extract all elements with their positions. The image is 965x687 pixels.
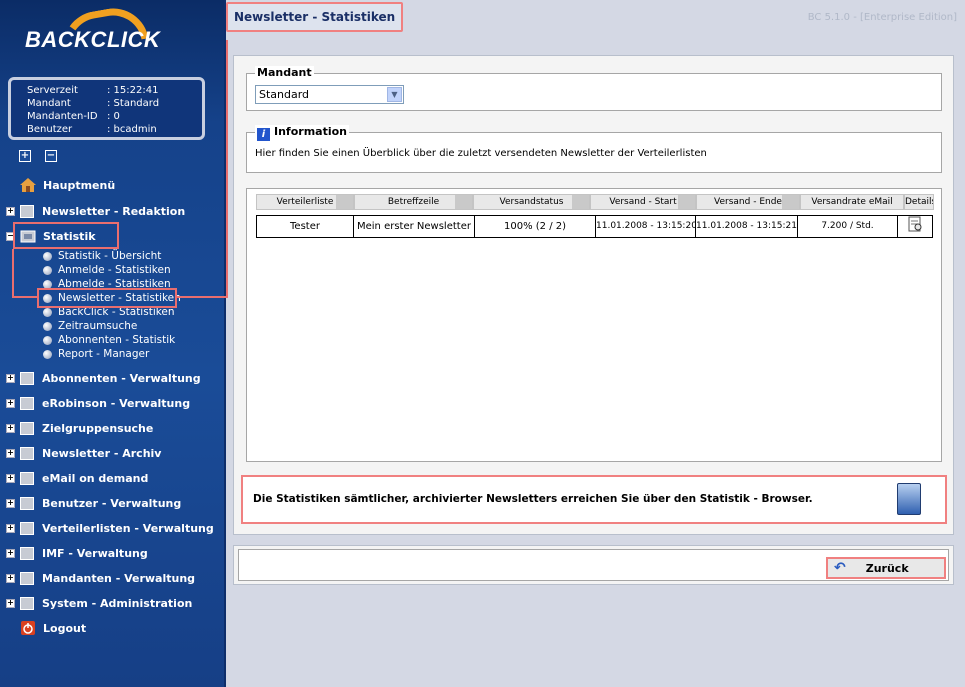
expand-icon[interactable]: + <box>6 523 15 533</box>
annotation-line <box>226 36 228 298</box>
table-header-cell[interactable]: Details <box>904 194 934 210</box>
bullet-icon <box>43 307 52 317</box>
folder-icon <box>20 546 34 560</box>
nav-home[interactable]: Hauptmenü <box>6 177 115 193</box>
table-cell: 7.200 / Std. <box>798 216 898 237</box>
nav-logout[interactable]: Logout <box>6 620 86 636</box>
undo-arrow-icon: ↶ <box>834 560 846 576</box>
backclick-logo: BACKCLICK <box>22 2 182 68</box>
server-info-row: Mandanten-ID: 0 <box>27 111 120 122</box>
expand-icon[interactable]: + <box>6 448 15 458</box>
table-cell: 11.01.2008 - 13:15:21 <box>696 216 798 237</box>
mandant-legend: Mandant <box>255 66 314 79</box>
table-header-cell[interactable]: Betreffzeile <box>354 194 473 210</box>
highlight-newsletter-statistiken <box>37 288 177 308</box>
information-text: Hier finden Sie einen Überblick über die… <box>255 148 707 159</box>
expand-all-icon[interactable]: + <box>19 150 31 162</box>
folder-icon <box>20 496 34 510</box>
folder-icon <box>20 571 34 585</box>
collapse-all-icon[interactable]: − <box>45 150 57 162</box>
back-button[interactable]: ↶ Zurück <box>826 557 946 579</box>
newsletter-table-container: Verteilerliste Betreffzeile Versandstatu… <box>246 188 942 462</box>
statistik-browser-icon[interactable] <box>897 483 921 515</box>
nav-abonnenten-verwaltung[interactable]: + Abonnenten - Verwaltung <box>6 370 201 386</box>
expand-icon[interactable]: + <box>6 398 15 408</box>
nav-newsletter-redaktion[interactable]: + Newsletter - Redaktion <box>6 203 185 219</box>
expand-icon[interactable]: + <box>6 573 15 583</box>
bullet-icon <box>43 321 52 331</box>
server-info-row: Benutzer: bcadmin <box>27 124 157 135</box>
mandant-fieldset: Mandant Standard ▼ <box>246 66 942 111</box>
table-cell: Tester <box>257 216 354 237</box>
server-info-row: Serverzeit: 15:22:41 <box>27 85 159 96</box>
table-row[interactable]: Tester Mein erster Newsletter 100% (2 / … <box>256 215 933 238</box>
house-icon <box>20 178 36 192</box>
logo-text: BACKCLICK <box>25 27 161 52</box>
table-header-cell[interactable]: Verteilerliste <box>256 194 354 210</box>
power-icon <box>20 621 36 635</box>
expand-icon[interactable]: + <box>6 473 15 483</box>
expand-icon[interactable]: + <box>6 373 15 383</box>
main-panel: Mandant Standard ▼ i Information Hier fin… <box>233 55 954 535</box>
folder-icon <box>20 371 34 385</box>
nav-sub-anmelde-statistiken[interactable]: Anmelde - Statistiken <box>43 263 171 277</box>
table-cell: 100% (2 / 2) <box>475 216 596 237</box>
page-title: Newsletter - Statistiken <box>226 2 404 32</box>
folder-icon <box>20 446 34 460</box>
folder-icon <box>20 204 34 218</box>
nav-sub-abonnenten-statistik[interactable]: Abonnenten - Statistik <box>43 333 175 347</box>
annotation-line <box>12 249 14 297</box>
server-info-row: Mandant: Standard <box>27 98 160 109</box>
nav-mandanten-verwaltung[interactable]: + Mandanten - Verwaltung <box>6 570 195 586</box>
table-header-cell[interactable]: Versand - Start <box>590 194 696 210</box>
expand-icon[interactable]: + <box>6 498 15 508</box>
information-legend: i Information <box>255 125 349 141</box>
bullet-icon <box>43 265 52 275</box>
table-header: Verteilerliste Betreffzeile Versandstatu… <box>256 194 934 210</box>
annotation-line <box>12 296 37 298</box>
nav-sub-report-manager[interactable]: Report - Manager <box>43 347 149 361</box>
expand-icon[interactable]: + <box>6 206 15 216</box>
annotation-line <box>177 296 227 298</box>
nav-erobinson-verwaltung[interactable]: + eRobinson - Verwaltung <box>6 395 190 411</box>
bullet-icon <box>43 349 52 359</box>
server-info-box: Serverzeit: 15:22:41 Mandant: Standard M… <box>8 77 205 140</box>
table-header-cell[interactable]: Versand - Ende <box>696 194 800 210</box>
nav-imf-verwaltung[interactable]: + IMF - Verwaltung <box>6 545 148 561</box>
nav-zielgruppensuche[interactable]: + Zielgruppensuche <box>6 420 153 436</box>
version-label: BC 5.1.0 - [Enterprise Edition] <box>807 12 957 23</box>
expand-icon[interactable]: + <box>6 548 15 558</box>
information-fieldset: i Information Hier finden Sie einen Überb… <box>246 125 942 173</box>
folder-icon <box>20 471 34 485</box>
bullet-icon <box>43 251 52 261</box>
bottom-bar: ↶ Zurück <box>233 545 954 585</box>
folder-icon <box>20 596 34 610</box>
nav-newsletter-archiv[interactable]: + Newsletter - Archiv <box>6 445 161 461</box>
sidebar: BACKCLICK Serverzeit: 15:22:41 Mandant: … <box>0 0 224 687</box>
folder-icon <box>20 421 34 435</box>
nav-sub-statistik-uebersicht[interactable]: Statistik - Übersicht <box>43 249 161 263</box>
chevron-down-icon[interactable]: ▼ <box>387 87 402 102</box>
info-icon: i <box>257 128 270 141</box>
table-cell: 11.01.2008 - 13:15:20 <box>596 216 696 237</box>
folder-icon <box>20 396 34 410</box>
bullet-icon <box>43 335 52 345</box>
mandant-select[interactable]: Standard ▼ <box>255 85 404 104</box>
nav-sub-zeitraumsuche[interactable]: Zeitraumsuche <box>43 319 137 333</box>
nav-system-administration[interactable]: + System - Administration <box>6 595 192 611</box>
details-cell[interactable] <box>898 216 932 237</box>
details-icon[interactable] <box>907 216 923 237</box>
nav-benutzer-verwaltung[interactable]: + Benutzer - Verwaltung <box>6 495 181 511</box>
expand-icon[interactable]: + <box>6 598 15 608</box>
expand-icon[interactable]: + <box>6 423 15 433</box>
statistik-browser-note: Die Statistiken sämtlicher, archivierter… <box>241 475 947 524</box>
table-header-cell[interactable]: Versandrate eMail <box>800 194 904 210</box>
table-header-cell[interactable]: Versandstatus <box>473 194 590 210</box>
folder-icon <box>20 521 34 535</box>
table-cell: Mein erster Newsletter <box>354 216 475 237</box>
highlight-statistik <box>13 222 119 249</box>
nav-verteilerlisten-verwaltung[interactable]: + Verteilerlisten - Verwaltung <box>6 520 214 536</box>
nav-email-on-demand[interactable]: + eMail on demand <box>6 470 148 486</box>
